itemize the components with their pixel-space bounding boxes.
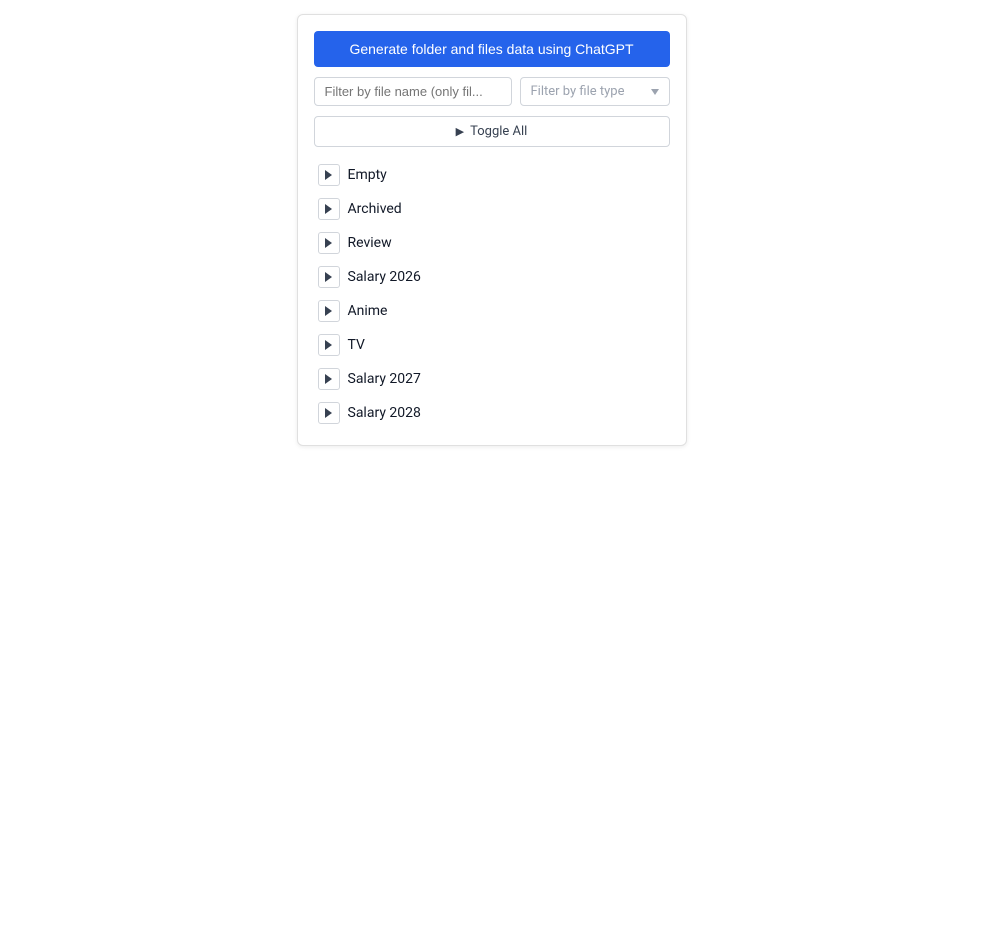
list-item[interactable]: Salary 2026 — [314, 261, 670, 293]
expand-icon[interactable] — [318, 368, 340, 390]
toggle-all-icon: ▶ — [456, 125, 464, 138]
list-item[interactable]: TV — [314, 329, 670, 361]
expand-icon[interactable] — [318, 300, 340, 322]
filter-type-dropdown[interactable]: Filter by file type — [520, 77, 670, 106]
list-item[interactable]: Anime — [314, 295, 670, 327]
folder-list: Empty Archived Review Salary 2026 Anime TV Sal… — [314, 159, 670, 429]
expand-icon[interactable] — [318, 232, 340, 254]
filter-type-label: Filter by file type — [531, 84, 625, 99]
toggle-all-label: Toggle All — [470, 124, 527, 139]
list-item[interactable]: Salary 2027 — [314, 363, 670, 395]
toggle-all-button[interactable]: ▶ Toggle All — [314, 116, 670, 147]
list-item[interactable]: Empty — [314, 159, 670, 191]
folder-name-label: Salary 2026 — [348, 269, 421, 285]
folder-name-label: Empty — [348, 167, 387, 183]
folder-name-label: Salary 2028 — [348, 405, 421, 421]
filter-name-input[interactable] — [314, 77, 512, 106]
filters-row: Filter by file type — [314, 77, 670, 106]
folder-name-label: Anime — [348, 303, 388, 319]
expand-icon[interactable] — [318, 334, 340, 356]
folder-name-label: Review — [348, 235, 392, 251]
chevron-down-icon — [651, 89, 659, 95]
list-item[interactable]: Review — [314, 227, 670, 259]
list-item[interactable]: Salary 2028 — [314, 397, 670, 429]
expand-icon[interactable] — [318, 164, 340, 186]
folder-name-label: Salary 2027 — [348, 371, 421, 387]
folder-name-label: Archived — [348, 201, 402, 217]
expand-icon[interactable] — [318, 266, 340, 288]
expand-icon[interactable] — [318, 402, 340, 424]
list-item[interactable]: Archived — [314, 193, 670, 225]
folder-name-label: TV — [348, 337, 365, 353]
expand-icon[interactable] — [318, 198, 340, 220]
main-panel: Generate folder and files data using Cha… — [297, 14, 687, 446]
generate-button[interactable]: Generate folder and files data using Cha… — [314, 31, 670, 67]
